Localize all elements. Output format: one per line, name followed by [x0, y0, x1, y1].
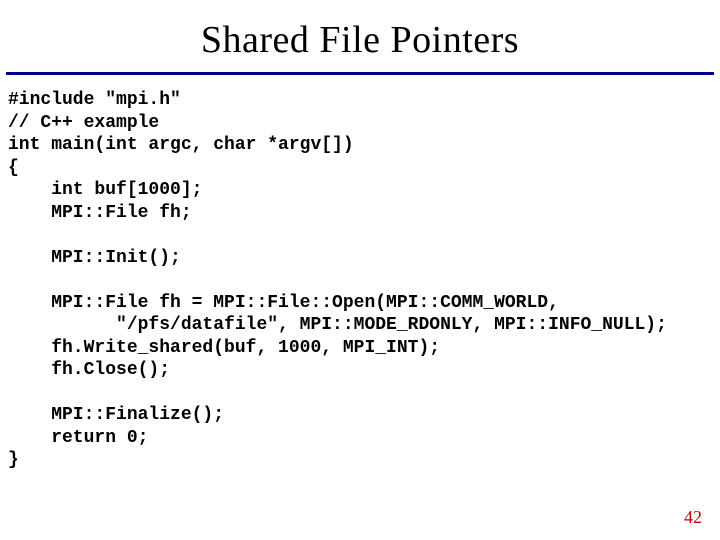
page-number: 42: [684, 507, 702, 528]
slide-title: Shared File Pointers: [0, 0, 720, 72]
code-block: #include "mpi.h" // C++ example int main…: [0, 75, 720, 472]
slide: Shared File Pointers #include "mpi.h" //…: [0, 0, 720, 540]
